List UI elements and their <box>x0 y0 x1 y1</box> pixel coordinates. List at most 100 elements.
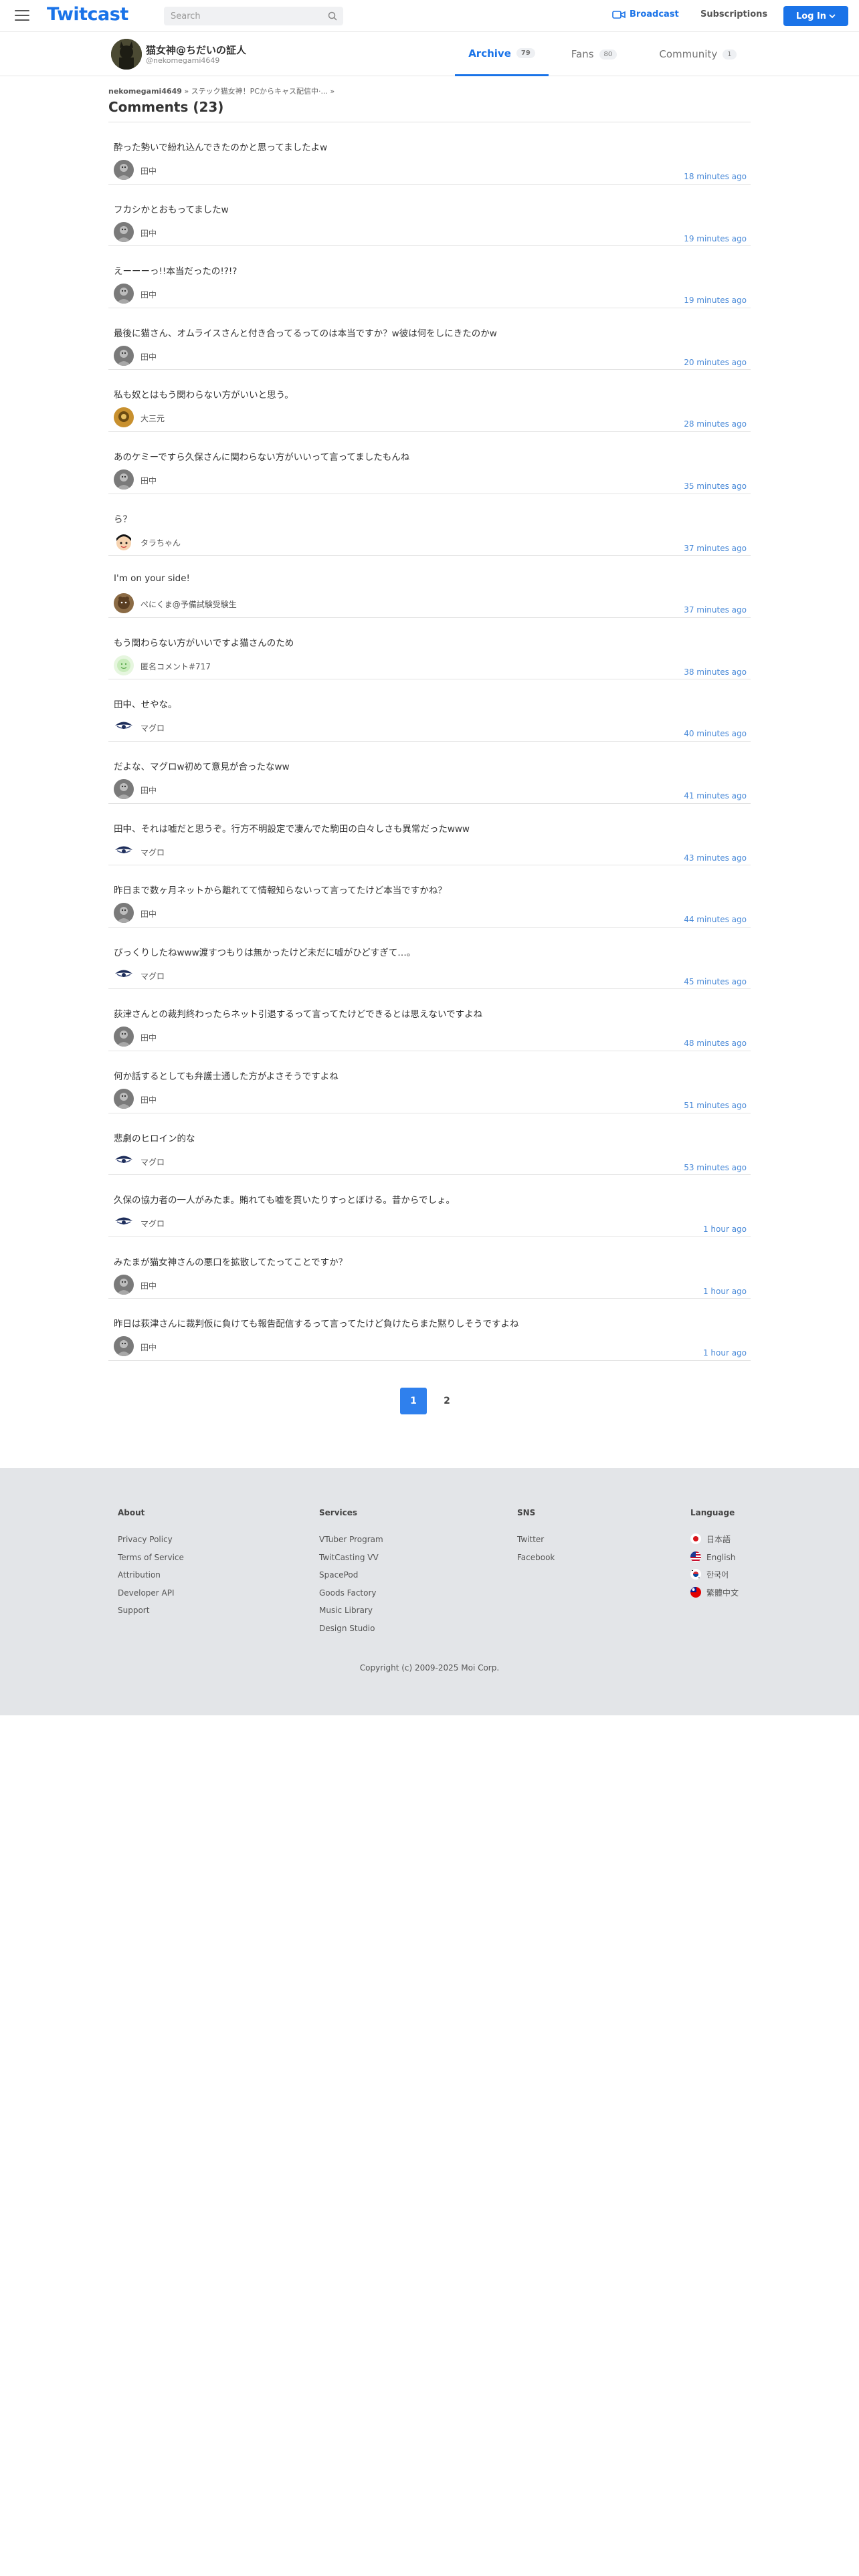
commenter-avatar[interactable] <box>114 1088 134 1109</box>
commenter-name[interactable]: ぺにくま@予備試験受験生 <box>140 599 237 610</box>
commenter-avatar[interactable] <box>114 531 134 552</box>
commenter-avatar[interactable] <box>114 1212 134 1233</box>
commenter-name[interactable]: マグロ <box>140 970 165 982</box>
comment-time[interactable]: 41 minutes ago <box>684 791 747 800</box>
comment-time[interactable]: 1 hour ago <box>703 1224 747 1234</box>
profile-name[interactable]: 猫女神@ちだいの証人 <box>146 43 246 57</box>
commenter-avatar[interactable] <box>114 1150 134 1171</box>
commenter-name[interactable]: 田中 <box>140 351 157 362</box>
comment-time[interactable]: 44 minutes ago <box>684 915 747 924</box>
comment-time[interactable]: 43 minutes ago <box>684 853 747 863</box>
language-korean[interactable]: 한국어 <box>690 1569 739 1587</box>
commenter-name[interactable]: 田中 <box>140 1032 157 1043</box>
comment-time[interactable]: 18 minutes ago <box>684 172 747 181</box>
comment-time[interactable]: 38 minutes ago <box>684 667 747 677</box>
breadcrumb-movie[interactable]: ステック猫女神！PCからキャス配信中·... <box>191 87 328 96</box>
commenter-name[interactable]: 田中 <box>140 165 157 177</box>
twitcast-logo[interactable]: Twitcast <box>47 4 128 25</box>
commenter-name[interactable]: 匿名コメント#717 <box>140 661 211 672</box>
commenter-avatar[interactable] <box>114 1274 134 1295</box>
language-traditional-chinese[interactable]: 繁體中文 <box>690 1586 739 1605</box>
comment-time[interactable]: 37 minutes ago <box>684 544 747 553</box>
commenter-name[interactable]: 田中 <box>140 1280 157 1291</box>
subscriptions-link[interactable]: Subscriptions <box>700 9 767 19</box>
commenter-name[interactable]: マグロ <box>140 1218 165 1229</box>
commenter-avatar[interactable] <box>114 221 134 242</box>
breadcrumb-user[interactable]: nekomegami4649 <box>108 87 182 96</box>
commenter-avatar[interactable] <box>114 469 134 490</box>
commenter-name[interactable]: 田中 <box>140 475 157 486</box>
page-1-button[interactable]: 1 <box>400 1388 427 1414</box>
tab-archive[interactable]: Archive 79 <box>455 32 549 76</box>
login-button[interactable]: Log In <box>783 6 848 26</box>
comment-time[interactable]: 19 minutes ago <box>684 234 747 243</box>
footer-link[interactable]: TwitCasting VV <box>319 1551 383 1570</box>
comment-time[interactable]: 28 minutes ago <box>684 419 747 429</box>
commenter-avatar[interactable] <box>114 160 134 180</box>
language-label: 한국어 <box>706 1570 729 1580</box>
commenter-name[interactable]: 田中 <box>140 1341 157 1353</box>
commenter-avatar[interactable] <box>114 345 134 366</box>
broadcast-link[interactable]: Broadcast <box>612 9 679 19</box>
footer-sns: SNS Twitter Facebook <box>517 1508 555 1569</box>
commenter-name[interactable]: マグロ <box>140 847 165 858</box>
commenter-avatar[interactable] <box>114 903 134 924</box>
comment-item: びっくりしたねwww渡すつもりは無かったけど未だに嘘がひどすぎて…。 マグロ 45 … <box>108 928 751 990</box>
footer-link[interactable]: Design Studio <box>319 1622 383 1640</box>
commenter-avatar[interactable] <box>114 407 134 428</box>
commenter-name[interactable]: 田中 <box>140 289 157 300</box>
comment-time[interactable]: 1 hour ago <box>703 1287 747 1296</box>
commenter-name[interactable]: タラちゃん <box>140 537 181 548</box>
search-input[interactable] <box>164 7 318 25</box>
commenter-name[interactable]: 田中 <box>140 908 157 920</box>
profile-avatar[interactable] <box>111 39 142 70</box>
commenter-avatar[interactable] <box>114 717 134 738</box>
comment-time[interactable]: 37 minutes ago <box>684 605 747 615</box>
commenter-avatar[interactable] <box>114 1336 134 1357</box>
footer-link[interactable]: Support <box>118 1604 184 1622</box>
footer-link[interactable]: VTuber Program <box>319 1533 383 1551</box>
comment-time[interactable]: 40 minutes ago <box>684 729 747 738</box>
comment-time[interactable]: 1 hour ago <box>703 1348 747 1358</box>
footer-link[interactable]: Developer API <box>118 1587 184 1605</box>
comment-time[interactable]: 19 minutes ago <box>684 296 747 305</box>
footer-link[interactable]: Privacy Policy <box>118 1533 184 1551</box>
commenter-avatar[interactable] <box>114 841 134 861</box>
comment-time[interactable]: 53 minutes ago <box>684 1163 747 1172</box>
search-icon[interactable] <box>328 11 337 21</box>
comment-time[interactable]: 20 minutes ago <box>684 358 747 367</box>
footer-link[interactable]: Twitter <box>517 1533 555 1551</box>
footer-link[interactable]: SpacePod <box>319 1569 383 1587</box>
footer-link[interactable]: Terms of Service <box>118 1551 184 1570</box>
language-japanese[interactable]: 日本語 <box>690 1533 739 1551</box>
comment-time[interactable]: 45 minutes ago <box>684 977 747 986</box>
commenter-avatar[interactable] <box>114 655 134 675</box>
commenter-name[interactable]: 大三元 <box>140 413 165 424</box>
comment-time[interactable]: 48 minutes ago <box>684 1039 747 1048</box>
language-english[interactable]: English <box>690 1551 739 1570</box>
commenter-name[interactable]: マグロ <box>140 1156 165 1168</box>
footer-link[interactable]: Goods Factory <box>319 1587 383 1605</box>
footer-about: About Privacy Policy Terms of Service At… <box>118 1508 184 1622</box>
broadcast-label: Broadcast <box>630 9 679 19</box>
footer-link[interactable]: Attribution <box>118 1569 184 1587</box>
menu-icon[interactable] <box>15 10 29 22</box>
commenter-avatar[interactable] <box>114 778 134 799</box>
comment-time[interactable]: 51 minutes ago <box>684 1101 747 1110</box>
commenter-name[interactable]: 田中 <box>140 1094 157 1105</box>
comment-time[interactable]: 35 minutes ago <box>684 481 747 491</box>
commenter-name[interactable]: マグロ <box>140 722 165 734</box>
commenter-avatar[interactable] <box>114 1027 134 1047</box>
commenter-avatar[interactable] <box>114 964 134 985</box>
footer-link[interactable]: Music Library <box>319 1604 383 1622</box>
commenter-name[interactable]: 田中 <box>140 227 157 239</box>
commenter-name[interactable]: 田中 <box>140 784 157 796</box>
comment-text: 久保の協力者の一人がみたま。賄れても嘘を貫いたりすっとぼける。昔からでしょ。 <box>114 1195 456 1206</box>
tab-fans[interactable]: Fans 80 <box>561 32 628 76</box>
comment-item: みたまが猫女神さんの悪口を拡散してたってことですか？ 田中 1 hour ago <box>108 1237 751 1299</box>
footer-link[interactable]: Facebook <box>517 1551 555 1570</box>
page-2-button[interactable]: 2 <box>434 1388 460 1414</box>
commenter-avatar[interactable] <box>114 284 134 304</box>
commenter-avatar[interactable] <box>114 593 134 614</box>
tab-community[interactable]: Community 1 <box>648 32 748 76</box>
